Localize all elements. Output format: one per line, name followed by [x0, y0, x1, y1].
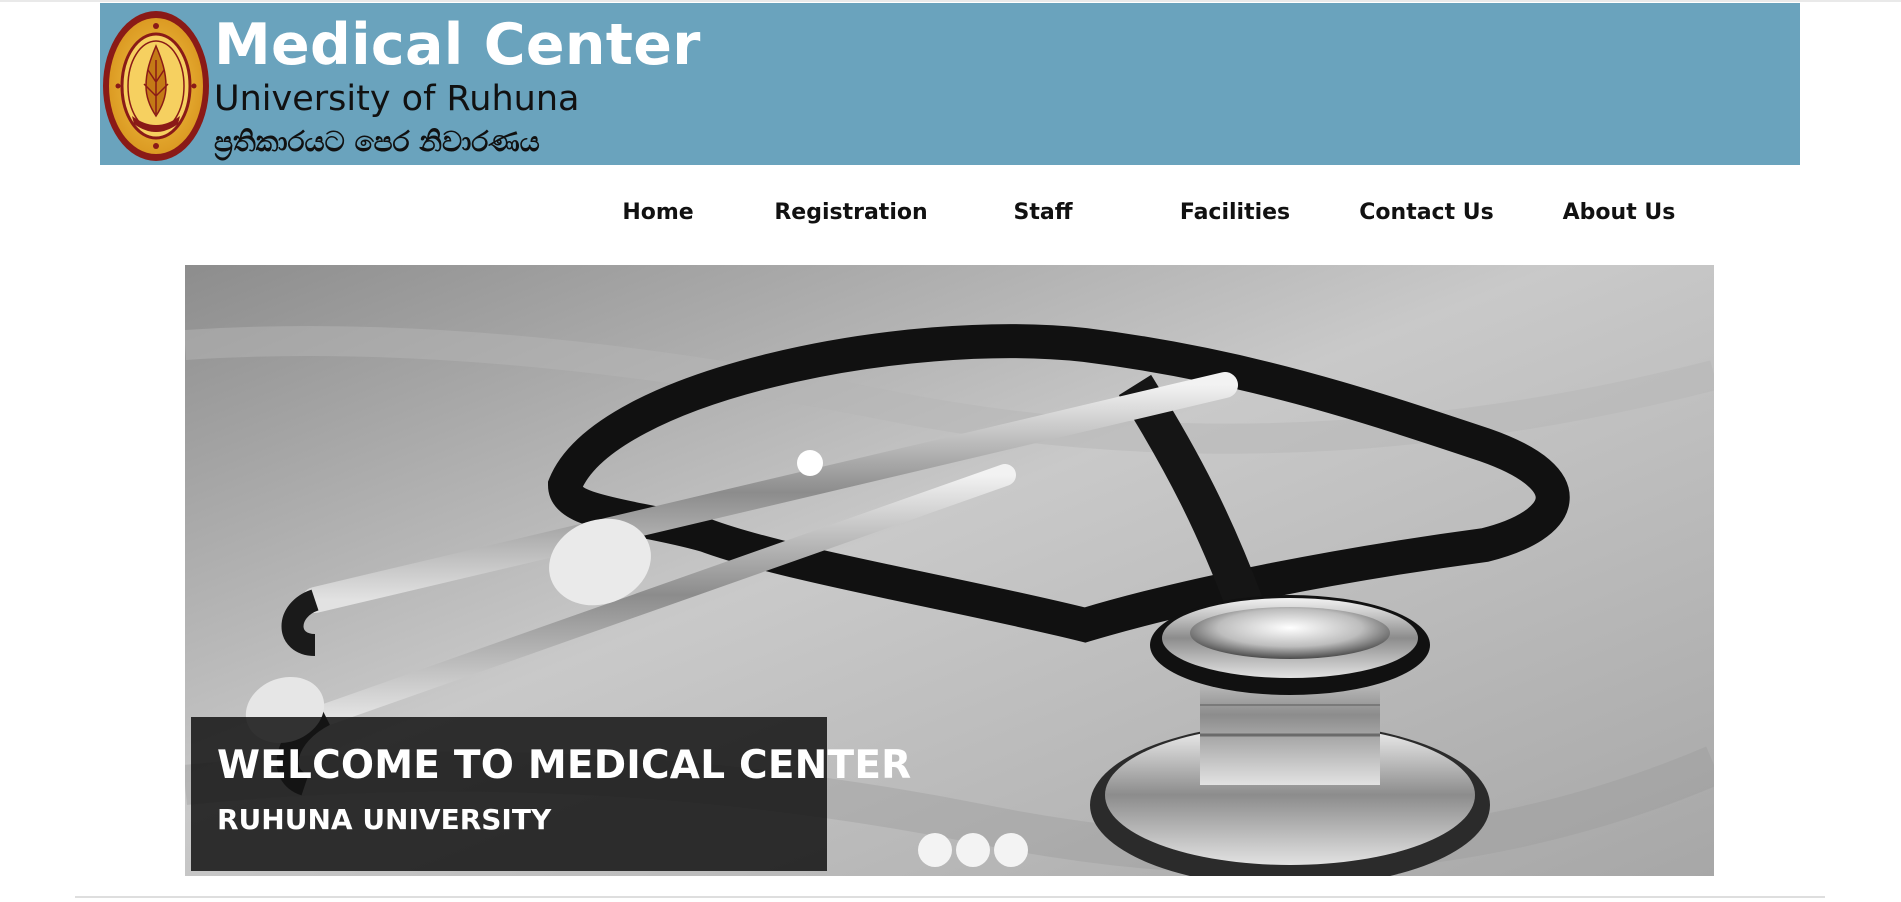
main-navigation: Home Registration Staff Facilities Conta…: [0, 190, 1901, 236]
site-header: Medical Center University of Ruhuna ප්‍ර…: [100, 3, 1800, 165]
slide-indicator-1[interactable]: [918, 833, 952, 867]
nav-staff-link[interactable]: Staff: [1003, 190, 1083, 236]
slide-indicator-3[interactable]: [994, 833, 1028, 867]
nav-facilities-link[interactable]: Facilities: [1170, 190, 1300, 236]
top-divider: [0, 0, 1901, 2]
hero-caption-subtitle: RUHUNA UNIVERSITY: [217, 803, 552, 836]
bottom-divider: [75, 896, 1825, 898]
hero-slider[interactable]: WELCOME TO MEDICAL CENTER RUHUNA UNIVERS…: [185, 265, 1714, 876]
nav-home-link[interactable]: Home: [612, 190, 704, 236]
site-title: Medical Center: [214, 12, 701, 78]
university-crest-icon[interactable]: [102, 10, 210, 162]
site-subtitle: University of Ruhuna: [214, 79, 580, 119]
nav-about-us-link[interactable]: About Us: [1560, 190, 1678, 236]
hero-caption-title: WELCOME TO MEDICAL CENTER: [217, 743, 912, 788]
slide-indicator-2[interactable]: [956, 833, 990, 867]
nav-contact-us-link[interactable]: Contact Us: [1355, 190, 1498, 236]
nav-registration-link[interactable]: Registration: [770, 190, 932, 236]
hero-caption: WELCOME TO MEDICAL CENTER RUHUNA UNIVERS…: [191, 717, 911, 871]
site-motto: ප්‍රතිකාරයට පෙර නිවාරණය: [214, 125, 540, 158]
page: Medical Center University of Ruhuna ප්‍ර…: [0, 0, 1901, 902]
